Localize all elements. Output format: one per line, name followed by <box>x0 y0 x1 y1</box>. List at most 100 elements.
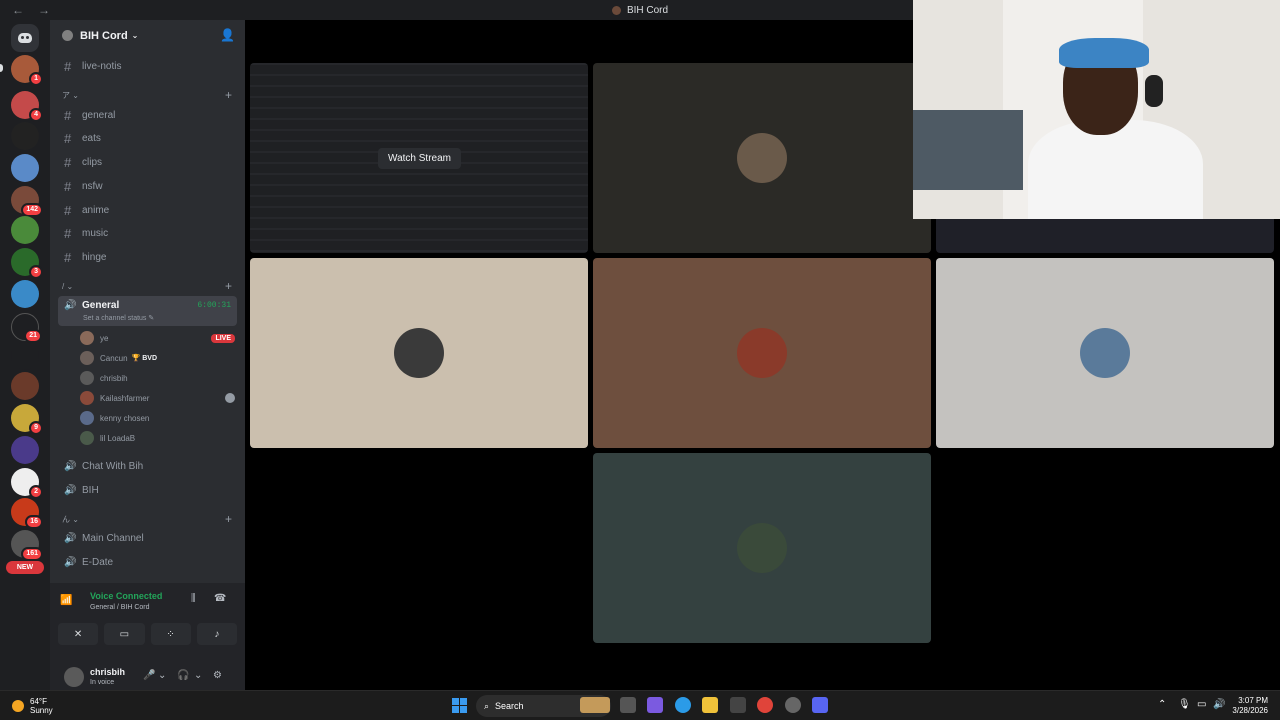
category-header[interactable]: / ⌄ + <box>62 279 237 293</box>
server-icon[interactable] <box>11 122 39 150</box>
voice-channel-chat-with-bih[interactable]: 🔊 Chat With Bih <box>58 456 237 476</box>
server-icon[interactable]: 161 <box>11 530 43 561</box>
network-icon[interactable]: ▭ <box>1197 699 1206 710</box>
window-title: BIH Cord <box>626 4 669 16</box>
channel-nsfw[interactable]: # nsfw <box>58 176 237 196</box>
participant-tile[interactable] <box>593 453 931 643</box>
volume-icon[interactable]: 🔊 <box>1213 699 1225 710</box>
participant-tile[interactable] <box>250 258 588 448</box>
server-icon[interactable]: 142 <box>11 186 43 217</box>
server-icon[interactable] <box>11 372 39 400</box>
hash-icon: # <box>64 202 72 218</box>
chevron-down-icon: ⌄ <box>131 31 139 40</box>
server-icon[interactable]: 16 <box>11 498 43 529</box>
server-icon[interactable] <box>11 436 39 464</box>
server-icon[interactable] <box>11 154 39 182</box>
voice-user[interactable]: chrisbih <box>80 369 235 387</box>
server-icon[interactable]: 3 <box>11 248 43 279</box>
taskbar: 64°F Sunny ⌕ Search ⌃ 🎙 ▭ 🔊 3:07 PM 3/28/20… <box>0 690 1280 720</box>
voice-channel-main[interactable]: 🔊 Main Channel <box>58 528 237 548</box>
channel-clips[interactable]: # clips <box>58 152 237 172</box>
voice-user[interactable]: Cancun 🏆 BVD <box>80 349 235 367</box>
server-icon[interactable]: 2 <box>11 468 43 499</box>
hash-icon: # <box>64 225 72 241</box>
speaker-icon: 🔊 <box>64 484 77 496</box>
chevron-down-icon[interactable]: ⌄ <box>158 670 166 681</box>
headphones-icon[interactable]: 🎧 <box>177 670 189 681</box>
task-view-icon[interactable] <box>620 697 636 713</box>
file-explorer-icon[interactable] <box>702 697 718 713</box>
camera-off-icon: ✕ <box>73 628 83 640</box>
speaker-icon: 🔊 <box>64 300 77 311</box>
search-highlight-icon[interactable] <box>580 697 610 713</box>
add-channel-icon[interactable]: + <box>225 279 232 293</box>
participant-tile[interactable] <box>593 63 931 253</box>
edge-icon[interactable] <box>675 697 691 713</box>
channel-eats[interactable]: # eats <box>58 128 237 148</box>
copilot-icon[interactable] <box>647 697 663 713</box>
webcam-overlay <box>913 0 1280 219</box>
voice-user[interactable]: ye LIVE <box>80 329 235 347</box>
activities-button[interactable]: ⁘ <box>150 623 191 645</box>
voice-user[interactable]: Kailashfarmer <box>80 389 235 407</box>
server-icon[interactable] <box>11 216 39 244</box>
start-button[interactable] <box>452 698 467 713</box>
voice-channel-e-date[interactable]: 🔊 E-Date <box>58 552 237 572</box>
settings-gear-icon[interactable]: ⚙ <box>213 670 222 681</box>
microphone-icon[interactable]: 🎤 <box>143 670 155 681</box>
channel-live-notis[interactable]: # live-notis <box>58 56 237 76</box>
add-channel-icon[interactable]: + <box>225 88 232 102</box>
server-icon[interactable]: 4 <box>11 91 43 122</box>
server-icon[interactable]: 9 <box>11 404 43 435</box>
channel-status[interactable]: Set a channel status ✎ <box>83 314 154 322</box>
soundboard-button[interactable]: ♪ <box>196 623 237 645</box>
microphone-icon[interactable]: 🎙 <box>1178 699 1191 710</box>
channel-music[interactable]: # music <box>58 223 237 243</box>
signal-icon[interactable]: 📶 <box>60 595 72 606</box>
avatar[interactable] <box>64 667 84 687</box>
server-icon[interactable]: 21 <box>11 313 42 343</box>
store-icon[interactable] <box>730 697 746 713</box>
hash-icon: # <box>64 178 72 194</box>
voice-location[interactable]: General / BIH Cord <box>90 604 150 611</box>
new-badge: NEW <box>6 561 44 574</box>
guild-header[interactable]: BIH Cord ⌄ 👤 <box>50 20 245 51</box>
voice-channel-bih[interactable]: 🔊 BIH <box>58 480 237 500</box>
voice-status[interactable]: Voice Connected <box>90 591 162 601</box>
camera-off-button[interactable]: ✕ <box>58 623 99 645</box>
chrome-icon[interactable] <box>757 697 773 713</box>
voice-user[interactable]: lil LoadaB <box>80 429 235 447</box>
noise-suppression-icon[interactable]: ⫼ <box>191 593 196 604</box>
server-icon[interactable]: 1 <box>11 55 43 86</box>
voice-channel-general[interactable]: 🔊 General 6:00:31 Set a channel status ✎ <box>58 296 237 326</box>
channel-hinge[interactable]: # hinge <box>58 247 237 267</box>
disconnect-icon[interactable]: ☎ <box>214 593 226 604</box>
category-header[interactable]: ん ⌄ + <box>62 512 237 526</box>
add-channel-icon[interactable]: + <box>225 512 232 526</box>
participant-tile[interactable] <box>593 258 931 448</box>
channel-general[interactable]: # general <box>58 105 237 125</box>
watch-stream-button[interactable]: Watch Stream <box>378 148 461 169</box>
category-header[interactable]: ア ⌄ + <box>62 88 237 102</box>
share-screen-button[interactable]: ▭ <box>104 623 145 645</box>
invite-people-icon[interactable]: 👤 <box>220 28 235 42</box>
weather-widget[interactable]: 64°F Sunny <box>12 697 53 715</box>
chevron-up-icon[interactable]: ⌃ <box>1158 699 1166 710</box>
voice-user[interactable]: kenny chosen <box>80 409 235 427</box>
stream-tile[interactable]: Watch Stream <box>250 63 588 253</box>
username[interactable]: chrisbih <box>90 667 125 677</box>
server-icon[interactable] <box>11 342 39 370</box>
app-icon[interactable] <box>785 697 801 713</box>
activities-icon: ⁘ <box>166 628 175 640</box>
search-icon: ⌕ <box>484 700 490 711</box>
participant-tile[interactable] <box>936 258 1274 448</box>
discord-icon[interactable] <box>812 697 828 713</box>
server-icon[interactable] <box>11 280 39 308</box>
direct-messages-button[interactable] <box>11 24 39 52</box>
sun-icon <box>12 700 24 712</box>
user-panel: chrisbih In voice 🎤 ⌄ 🎧 ⌄ ⚙ <box>50 665 245 690</box>
discord-logo-icon <box>18 33 32 43</box>
chevron-down-icon[interactable]: ⌄ <box>194 670 202 681</box>
clock[interactable]: 3:07 PM 3/28/2026 <box>1232 696 1268 716</box>
channel-anime[interactable]: # anime <box>58 200 237 220</box>
